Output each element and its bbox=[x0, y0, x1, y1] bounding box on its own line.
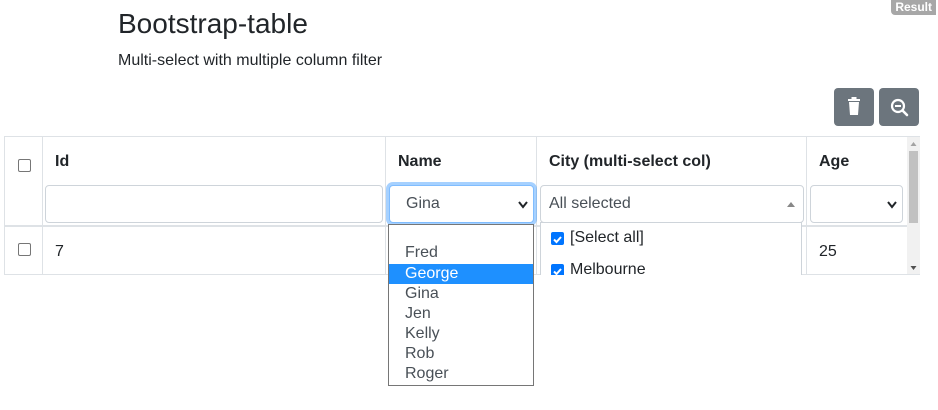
chevron-down-icon bbox=[518, 201, 528, 209]
name-option[interactable]: Kelly bbox=[389, 324, 533, 344]
page-title: Bootstrap-table bbox=[118, 8, 308, 39]
name-options-list: Fred George Gina Jen Kelly Rob Roger bbox=[388, 224, 534, 386]
city-option-select-all[interactable]: [Select all] bbox=[551, 228, 644, 248]
column-header-city[interactable]: City (multi-select col) bbox=[549, 153, 711, 171]
column-divider bbox=[385, 137, 386, 274]
city-option[interactable]: Melbourne bbox=[551, 260, 646, 275]
name-option-highlighted[interactable]: George bbox=[389, 264, 533, 284]
age-filter-select[interactable] bbox=[810, 185, 903, 223]
name-option[interactable]: Fred bbox=[389, 243, 533, 263]
table-cell-age: 25 bbox=[819, 243, 837, 260]
column-divider bbox=[806, 137, 807, 274]
name-filter-value: Gina bbox=[406, 195, 440, 212]
name-option[interactable]: Rob bbox=[389, 344, 533, 364]
city-filter-value: All selected bbox=[549, 195, 631, 212]
city-option-label: Melbourne bbox=[570, 261, 646, 275]
result-badge: Result bbox=[891, 0, 936, 15]
scrollbar-thumb[interactable] bbox=[909, 151, 918, 223]
id-filter-input[interactable] bbox=[45, 185, 383, 223]
trash-icon bbox=[848, 97, 860, 115]
page-subtitle: Multi-select with multiple column filter bbox=[118, 52, 383, 69]
zoom-out-icon bbox=[890, 98, 909, 117]
scroll-up-arrow-icon bbox=[910, 142, 917, 146]
scroll-down-arrow-icon bbox=[910, 266, 917, 270]
table-scrollbar[interactable] bbox=[907, 137, 920, 274]
city-option-label: [Select all] bbox=[570, 229, 644, 246]
column-header-age[interactable]: Age bbox=[819, 153, 849, 171]
column-header-id[interactable]: Id bbox=[55, 153, 69, 171]
search-button[interactable] bbox=[879, 88, 919, 126]
city-filter-multiselect[interactable]: All selected bbox=[540, 185, 804, 223]
select-all-checkbox[interactable] bbox=[18, 159, 31, 172]
column-divider bbox=[536, 137, 537, 274]
delete-button[interactable] bbox=[834, 88, 874, 126]
checkbox-checked-icon[interactable] bbox=[551, 232, 564, 245]
name-filter-select[interactable]: Gina bbox=[389, 185, 534, 223]
name-option[interactable]: Jen bbox=[389, 304, 533, 324]
row-checkbox[interactable] bbox=[18, 243, 31, 256]
name-option[interactable]: Gina bbox=[389, 284, 533, 304]
table-cell-id: 7 bbox=[55, 243, 64, 260]
chevron-down-icon bbox=[887, 201, 897, 209]
city-options-list: [Select all] Melbourne bbox=[540, 222, 802, 275]
caret-up-icon bbox=[787, 202, 795, 207]
column-header-name[interactable]: Name bbox=[398, 153, 442, 171]
checkbox-checked-icon[interactable] bbox=[551, 264, 564, 275]
name-option[interactable]: Roger bbox=[389, 364, 533, 384]
column-divider bbox=[42, 137, 43, 274]
